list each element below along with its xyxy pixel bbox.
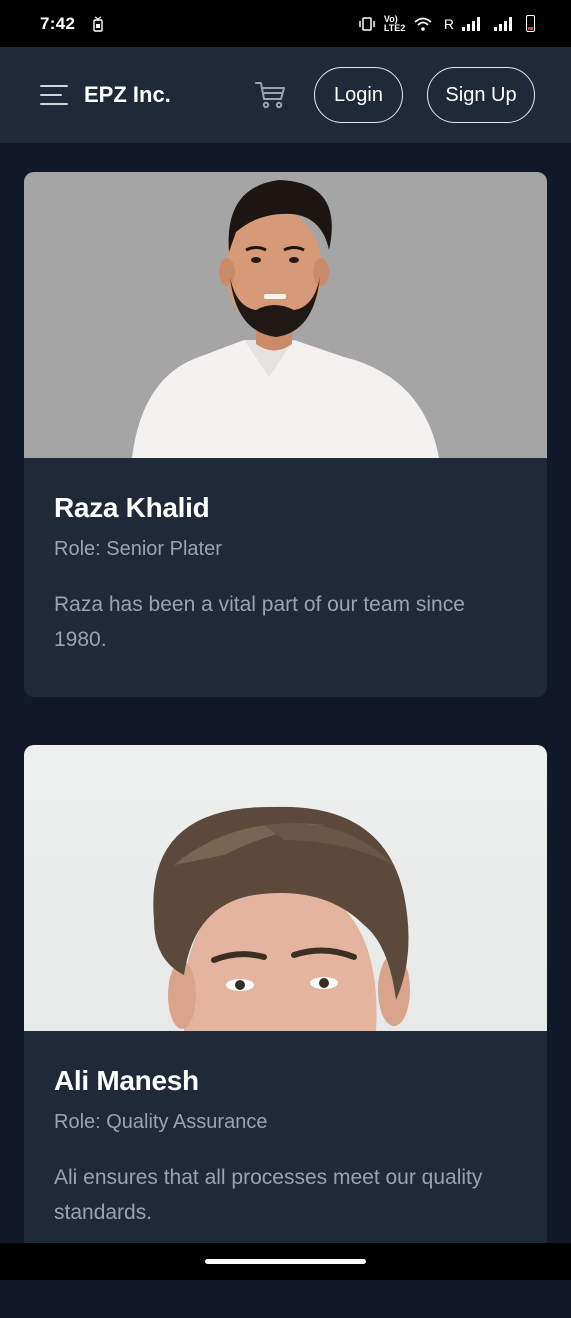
sim-icon — [93, 16, 103, 32]
profile-photo — [24, 745, 547, 1031]
network-label: Vo) LTE2 — [383, 13, 406, 33]
hamburger-icon[interactable] — [40, 85, 68, 105]
vibrate-icon — [359, 16, 375, 31]
home-gesture-handle[interactable] — [205, 1259, 366, 1264]
member-name: Raza Khalid — [54, 492, 210, 523]
member-description: Ali ensures that all processes meet our … — [54, 1166, 483, 1224]
signup-button[interactable]: Sign Up — [427, 67, 535, 123]
status-time: 7:42 — [40, 13, 76, 33]
member-role: Role: Senior Plater — [54, 538, 222, 560]
profile-photo — [24, 172, 547, 458]
login-button[interactable]: Login — [314, 67, 403, 123]
signal-icon-2 — [494, 16, 512, 31]
system-nav-bar — [0, 1243, 571, 1280]
status-bar: 7:42 Vo) LTE2 R — [0, 0, 571, 47]
member-role: Role: Quality Assurance — [54, 1111, 268, 1133]
navbar: EPZ Inc. Login Sign Up — [0, 47, 571, 143]
roaming-indicator: R — [443, 15, 454, 32]
team-card: Raza Khalid Role: Senior Plater Raza has… — [24, 172, 547, 697]
wifi-icon — [414, 17, 432, 31]
cart-icon[interactable] — [254, 80, 288, 110]
signal-icon-1 — [462, 16, 480, 31]
team-card: Ali Manesh Role: Quality Assurance Ali e… — [24, 745, 547, 1270]
brand-name[interactable]: EPZ Inc. — [84, 82, 171, 108]
member-name: Ali Manesh — [54, 1065, 199, 1096]
battery-icon — [526, 15, 535, 32]
team-list: Raza Khalid Role: Senior Plater Raza has… — [24, 172, 547, 1318]
member-description: Raza has been a vital part of our team s… — [54, 593, 465, 651]
